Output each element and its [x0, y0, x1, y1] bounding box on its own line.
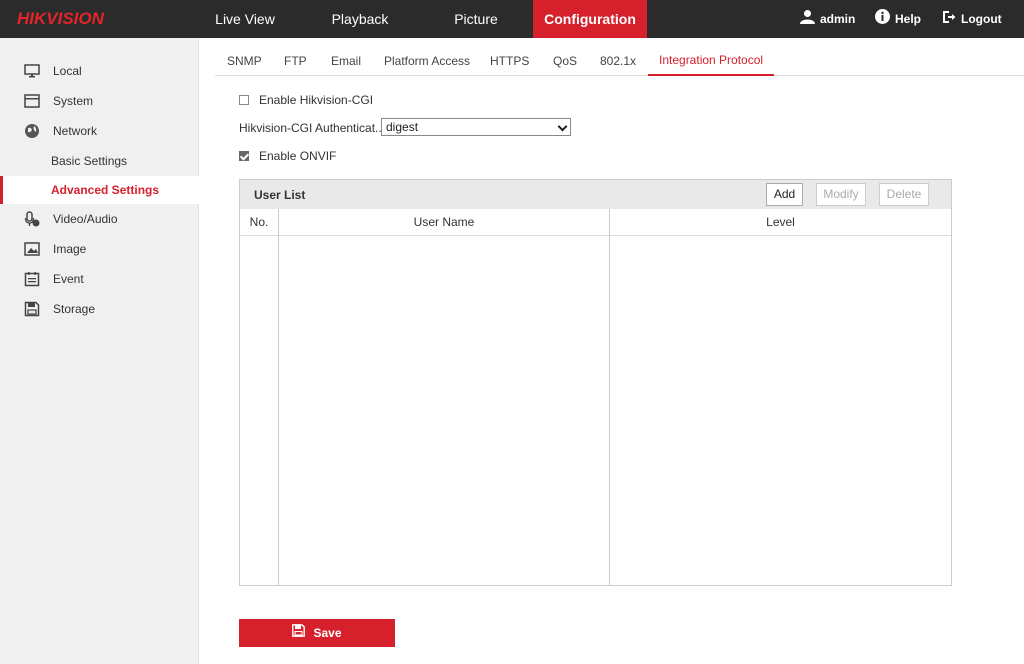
sidebar-item-network[interactable]: Network — [0, 116, 199, 146]
nav-picture[interactable]: Picture — [430, 0, 522, 38]
sidebar-sub-advanced-settings[interactable]: Advanced Settings — [0, 176, 199, 204]
sidebar: Local System Network Basic Settings Adva… — [0, 38, 199, 664]
sidebar-item-label: System — [53, 94, 94, 108]
settings-tabs: SNMP FTP Email Platform Access HTTPS QoS… — [215, 38, 1024, 76]
sidebar-item-event[interactable]: Event — [0, 264, 199, 294]
logout-button[interactable]: Logout — [942, 0, 1002, 38]
nav-playback[interactable]: Playback — [314, 0, 406, 38]
tab-qos[interactable]: QoS — [553, 38, 577, 76]
sidebar-sub-label: Basic Settings — [51, 154, 128, 168]
sidebar-item-label: Event — [53, 272, 84, 286]
hikvision-logo: HIKVISION — [17, 9, 104, 28]
sidebar-sub-basic-settings[interactable]: Basic Settings — [0, 147, 199, 175]
tab-8021x[interactable]: 802.1x — [600, 38, 636, 76]
image-icon — [24, 242, 40, 256]
info-icon — [875, 1, 890, 39]
top-bar: HIKVISION Live View Playback Picture Con… — [0, 0, 1024, 38]
sidebar-item-label: Network — [53, 124, 98, 138]
cgi-authentication-select[interactable]: digest — [381, 118, 571, 136]
user-icon — [800, 1, 815, 39]
chevron-down-icon — [557, 121, 568, 132]
nav-configuration[interactable]: Configuration — [533, 0, 647, 38]
user-name: admin — [820, 12, 856, 26]
calendar-icon — [24, 272, 40, 287]
sidebar-item-label: Local — [53, 64, 82, 78]
save-label: Save — [313, 626, 342, 640]
sidebar-item-video-audio[interactable]: Video/Audio — [0, 204, 199, 234]
sidebar-item-image[interactable]: Image — [0, 234, 199, 264]
column-header-no: No. — [240, 209, 278, 236]
monitor-icon — [24, 64, 40, 78]
logout-icon — [942, 1, 956, 39]
delete-user-button[interactable]: Delete — [879, 183, 929, 206]
tab-integration-protocol[interactable]: Integration Protocol — [648, 38, 775, 76]
sidebar-item-label: Image — [53, 242, 87, 256]
save-button[interactable]: Save — [239, 619, 395, 647]
add-user-button[interactable]: Add — [766, 183, 803, 206]
user-list-body — [240, 236, 951, 585]
sidebar-item-local[interactable]: Local — [0, 56, 199, 86]
modify-user-button[interactable]: Modify — [816, 183, 866, 206]
save-icon — [292, 619, 306, 647]
cgi-authentication-value: digest — [386, 120, 419, 134]
tab-email[interactable]: Email — [331, 38, 361, 76]
user-menu[interactable]: admin — [800, 0, 855, 38]
tab-https[interactable]: HTTPS — [490, 38, 529, 76]
enable-onvif-label: Enable ONVIF — [259, 149, 337, 163]
tab-platform-access[interactable]: Platform Access — [384, 38, 470, 76]
sidebar-item-storage[interactable]: Storage — [0, 294, 199, 324]
sidebar-item-system[interactable]: System — [0, 86, 199, 116]
column-header-user-name: User Name — [278, 209, 610, 236]
enable-hikvision-cgi-checkbox[interactable] — [239, 95, 249, 105]
logout-label: Logout — [961, 12, 1002, 26]
cgi-authentication-label: Hikvision-CGI Authenticat... — [239, 121, 386, 135]
floppy-icon — [24, 301, 40, 317]
nav-live-view[interactable]: Live View — [199, 0, 291, 38]
enable-onvif-checkbox[interactable] — [239, 151, 249, 161]
tab-ftp[interactable]: FTP — [284, 38, 307, 76]
sidebar-item-label: Video/Audio — [53, 212, 118, 226]
user-list-title: User List — [254, 188, 306, 202]
enable-hikvision-cgi-label: Enable Hikvision-CGI — [259, 93, 374, 107]
help-label: Help — [895, 12, 922, 26]
sidebar-sub-label: Advanced Settings — [51, 183, 160, 197]
tab-snmp[interactable]: SNMP — [227, 38, 262, 76]
mic-icon — [24, 211, 40, 227]
column-header-level: Level — [610, 209, 951, 236]
user-list-panel: User List Add Modify Delete No. User Nam… — [239, 179, 952, 586]
window-icon — [24, 94, 40, 108]
sidebar-item-label: Storage — [53, 302, 96, 316]
globe-icon — [25, 124, 39, 138]
user-list-header: User List Add Modify Delete — [240, 180, 951, 209]
help-button[interactable]: Help — [875, 0, 921, 38]
